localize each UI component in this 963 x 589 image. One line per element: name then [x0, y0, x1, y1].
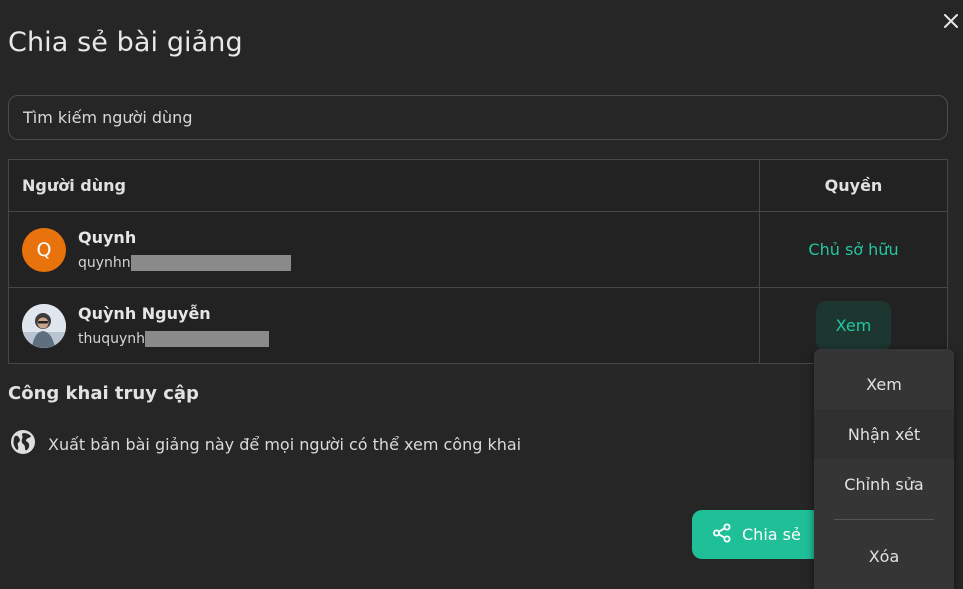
role-dropdown-button[interactable]: Xem [815, 300, 892, 351]
role-cell: Chủ sở hữu [759, 211, 948, 288]
column-header-user: Người dùng [8, 159, 760, 212]
table-header-row: Người dùng Quyền [8, 159, 948, 212]
user-cell: Quỳnh Nguyễn thuquynh [8, 287, 760, 364]
public-access-title: Công khai truy cập [8, 383, 199, 404]
column-header-role: Quyền [759, 159, 948, 212]
menu-item-remove[interactable]: Xóa [814, 531, 954, 581]
avatar-photo-icon [22, 303, 66, 348]
menu-item-view[interactable]: Xem [814, 359, 954, 409]
menu-item-comment[interactable]: Nhận xét [814, 409, 954, 459]
user-email-text: quynhn [78, 255, 131, 271]
share-button-label: Chia sẻ [742, 525, 801, 544]
redaction-bar [130, 255, 291, 271]
menu-item-edit[interactable]: Chỉnh sửa [814, 459, 954, 509]
table-row: Quỳnh Nguyễn thuquynh Xem [8, 287, 948, 364]
user-name: Quỳnh Nguyễn [78, 304, 211, 323]
avatar [22, 303, 66, 348]
search-input[interactable] [8, 95, 948, 140]
user-email: thuquynh [78, 331, 270, 347]
user-cell: Q Quynh quynhn [8, 211, 760, 288]
public-access-label: Xuất bản bài giảng này để mọi người có t… [48, 434, 522, 454]
user-name: Quynh [78, 228, 137, 247]
dialog-title: Chia sẻ bài giảng [8, 27, 243, 58]
share-icon [712, 523, 732, 547]
globe-icon [10, 429, 36, 459]
public-access-option[interactable]: Xuất bản bài giảng này để mọi người có t… [10, 429, 521, 459]
user-email-text: thuquynh [78, 331, 146, 347]
close-icon[interactable] [940, 8, 962, 34]
user-email: quynhn [78, 255, 291, 271]
role-menu: Xem Nhận xét Chỉnh sửa Xóa [814, 349, 954, 589]
menu-divider [834, 519, 934, 520]
avatar: Q [22, 227, 66, 272]
redaction-bar [145, 331, 270, 347]
users-table: Người dùng Quyền Q Quynh quynhn Chủ sở h… [8, 159, 948, 364]
share-dialog: Chia sẻ bài giảng Người dùng Quyền Q Quy… [0, 0, 963, 589]
owner-role-label: Chủ sở hữu [808, 240, 899, 259]
table-row: Q Quynh quynhn Chủ sở hữu [8, 211, 948, 288]
avatar-letter: Q [36, 238, 52, 261]
